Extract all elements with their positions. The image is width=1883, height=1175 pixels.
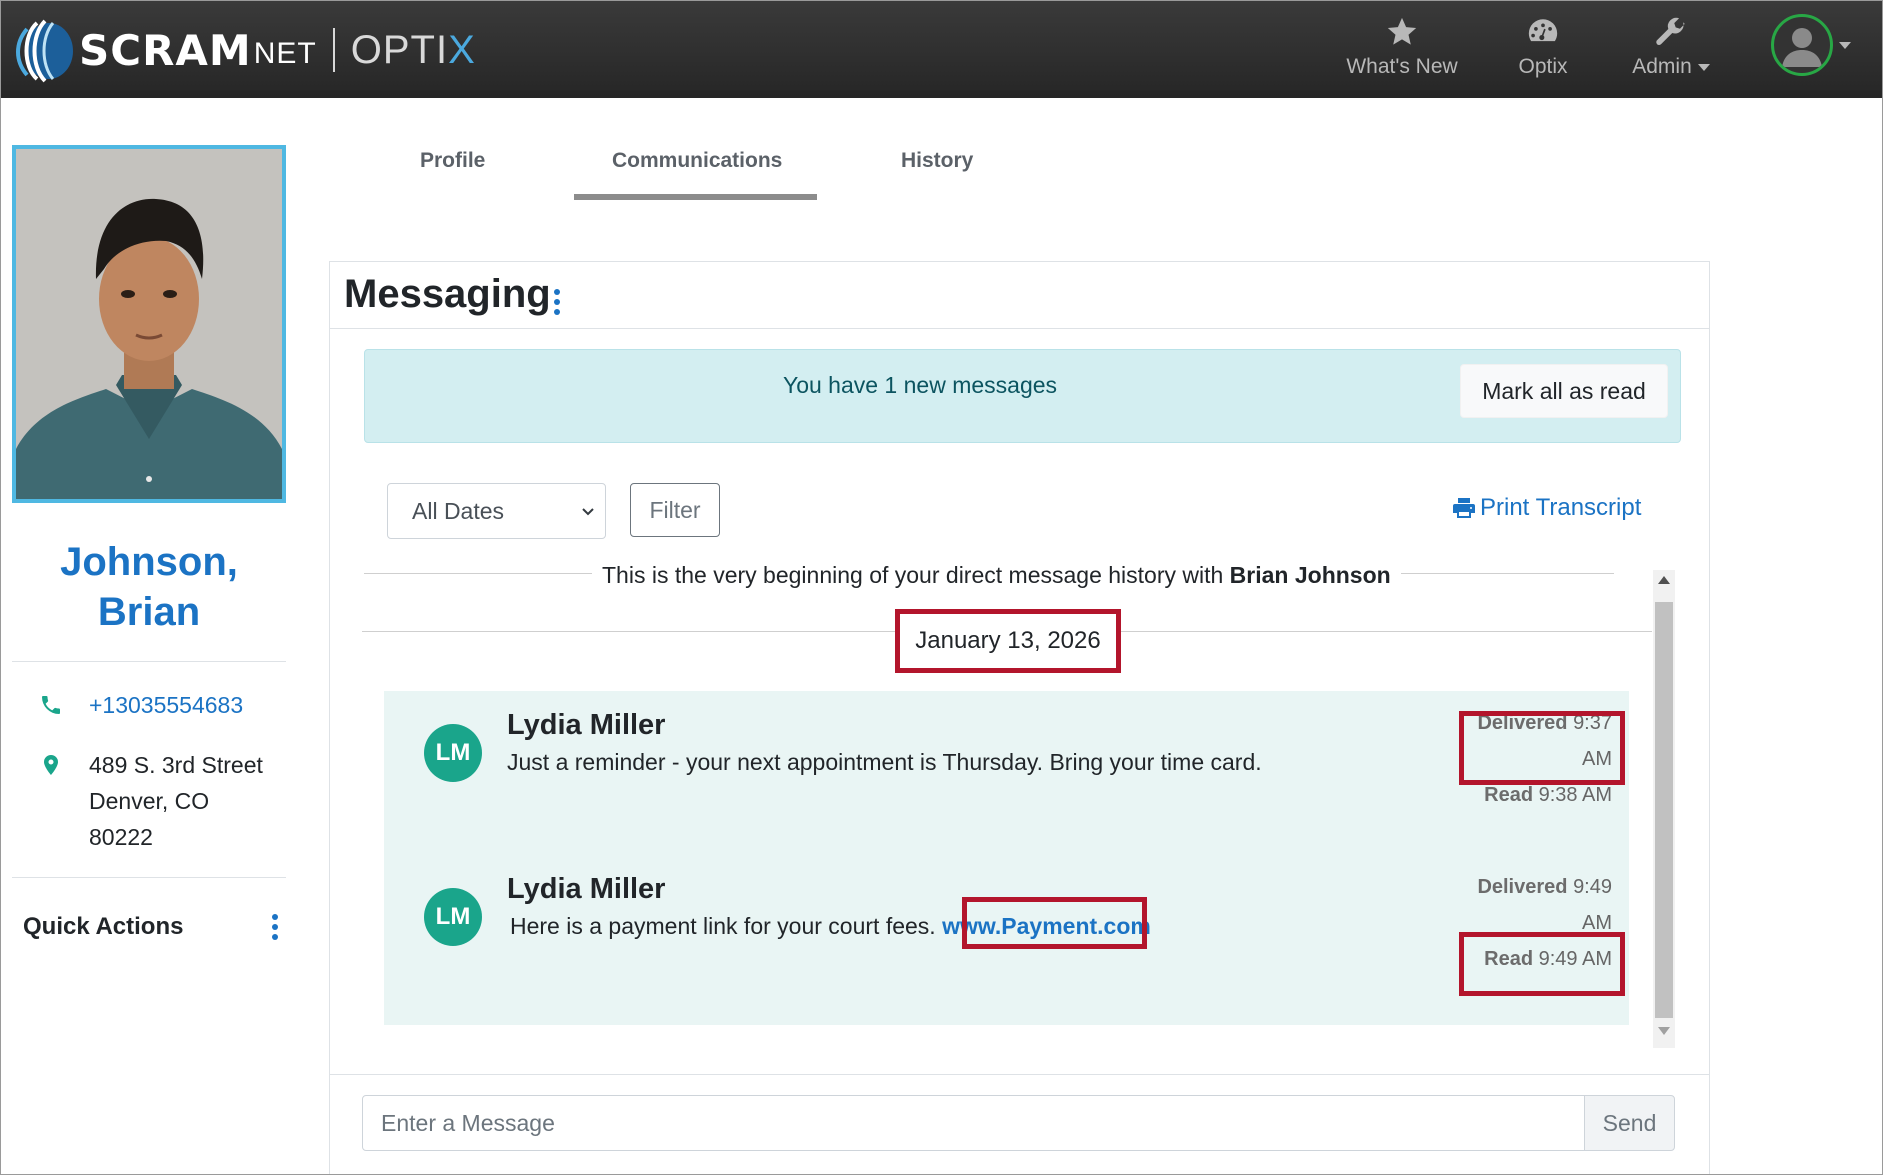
active-tab-indicator [574,194,817,200]
sender-avatar: LM [424,724,482,782]
phone-link[interactable]: +13035554683 [89,687,243,723]
client-name: Johnson, Brian [12,537,286,637]
address-line-2: Denver, CO [89,788,210,814]
top-navbar: SCRAM NET OPTIX What's New Optix Admin [1,1,1882,98]
messaging-menu-icon[interactable] [554,289,560,315]
brand-logo[interactable]: SCRAM NET OPTIX [13,15,476,85]
tab-communications[interactable]: Communications [612,149,782,173]
sidebar-divider [12,877,286,878]
message-text: Just a reminder - your next appointment … [507,749,1262,775]
sender-name: Lydia Miller [507,709,666,741]
print-transcript-label: Print Transcript [1480,494,1642,521]
message-input[interactable]: Enter a Message [362,1095,1585,1151]
product-name: OPTIX [350,27,476,72]
quick-actions-label: Quick Actions [23,913,184,940]
nav-whats-new-label: What's New [1346,55,1458,78]
new-messages-text: You have 1 new messages [782,372,1058,398]
print-transcript-link[interactable]: Print Transcript [1452,494,1641,522]
contact-phone-row: +13035554683 [39,687,243,723]
highlight-read-box [1459,932,1625,996]
highlight-delivered-box [1459,711,1625,785]
wrench-icon [1656,17,1685,46]
nav-optix[interactable]: Optix [1503,15,1583,85]
chevron-down-icon [1839,41,1851,49]
message-item: LM Lydia Miller Just a reminder - your n… [384,691,1629,851]
brand-name-scram: SCRAM [79,25,252,75]
history-start-text: This is the very beginning of your direc… [592,562,1401,589]
user-menu-button[interactable] [1771,13,1851,77]
date-range-value: All Dates [412,497,505,524]
messaging-title: Messaging [344,272,551,316]
chevron-down-icon [1697,63,1710,71]
date-range-select[interactable]: All Dates [387,483,606,539]
printer-icon [1453,498,1475,518]
client-last-name: Johnson, [60,540,238,584]
tab-profile[interactable]: Profile [420,149,485,173]
nav-admin-dropdown[interactable]: Admin [1621,15,1721,85]
composer-divider [330,1074,1709,1075]
app-window: SCRAM NET OPTIX What's New Optix Admin J… [0,0,1883,1175]
star-icon [1387,17,1417,45]
message-item: LM Lydia Miller Here is a payment link f… [384,855,1629,1025]
nav-whats-new[interactable]: What's New [1341,15,1463,85]
client-address: 489 S. 3rd Street Denver, CO 80222 [89,747,263,855]
send-button[interactable]: Send [1584,1095,1675,1151]
client-photo-image [16,149,282,499]
date-divider: January 13, 2026 [895,609,1121,673]
contact-address-row: 489 S. 3rd Street Denver, CO 80222 [39,747,263,855]
message-thread: LM Lydia Miller Just a reminder - your n… [384,691,1629,1025]
card-header-divider [330,328,1709,329]
mark-all-read-button[interactable]: Mark all as read [1460,364,1668,418]
client-photo [12,145,286,503]
brand-divider [332,28,335,72]
address-line-3: 80222 [89,824,153,850]
sidebar-divider [12,661,286,662]
nav-optix-label: Optix [1518,55,1568,78]
new-messages-alert: You have 1 new messages Mark all as read [364,349,1681,443]
address-line-1: 489 S. 3rd Street [89,752,263,778]
dashboard-icon [1528,19,1558,42]
delivered-status: Delivered 9:49 [1477,876,1612,898]
map-marker-icon [44,755,58,775]
quick-actions-menu-icon[interactable] [272,914,278,940]
tab-history[interactable]: History [901,149,973,173]
nav-admin-label: Admin [1632,55,1710,79]
brand-name-net: NET [253,37,317,70]
scramnet-logo-icon [16,19,73,83]
scroll-down-arrow-icon[interactable] [1658,1027,1670,1035]
user-avatar-icon [1771,14,1833,76]
highlight-link-box [962,897,1147,949]
thread-scrollbar[interactable] [1653,570,1675,1048]
chevron-down-icon [582,508,594,516]
messaging-card: Messaging You have 1 new messages Mark a… [329,261,1710,1174]
scroll-up-arrow-icon[interactable] [1658,576,1670,584]
client-first-name: Brian [97,590,201,634]
phone-icon [42,696,60,714]
scroll-thumb[interactable] [1655,602,1673,1018]
sender-avatar: LM [424,888,482,946]
sender-name: Lydia Miller [507,873,666,905]
filter-button[interactable]: Filter [630,483,720,537]
